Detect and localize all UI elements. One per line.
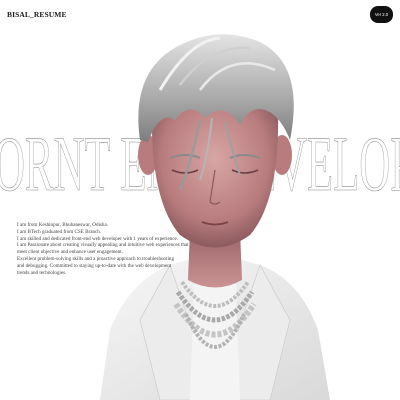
brand-logo[interactable]: BISAL_RESUME [7, 10, 67, 19]
bio-line: meet client objective and enhance user e… [17, 249, 123, 256]
bio-line: Excellent problem-solving skills and a p… [17, 255, 175, 262]
bio-line: and debugging. Committed to staying up-t… [17, 262, 172, 269]
bio-text: I am from Keshinpur, Bhubaneswar, Odisha… [17, 222, 189, 276]
version-button[interactable]: Ver 2.0 [370, 6, 393, 23]
bio-line: I am from Keshinpur, Bhubaneswar, Odisha… [17, 222, 108, 228]
bio-line: trends and technologies. [17, 269, 67, 276]
bio-line: I am skilled and dedicated front-end web… [17, 235, 179, 242]
portfolio-page: BISAL_RESUME Ver 2.0 ORNT END DEVELOP [0, 0, 400, 400]
bio-line: I am BTech graduated from CSE Branch. [17, 228, 102, 235]
character-illustration [100, 34, 330, 400]
bio-line: I am Passionate about creating visually … [17, 242, 189, 249]
